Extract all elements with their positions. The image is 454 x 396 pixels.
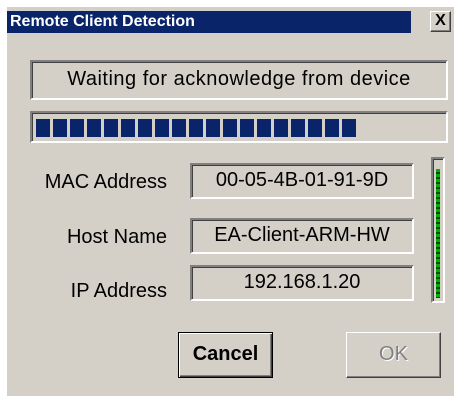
title-bar: Remote Client Detection X [7, 7, 454, 35]
ip-address-field: 192.168.1.20 [190, 265, 414, 301]
activity-level-fill [436, 169, 440, 298]
mac-address-label: MAC Address [44, 171, 167, 193]
status-message: Waiting for acknowledge from device [30, 60, 448, 100]
progress-bar-fill [36, 119, 357, 137]
ip-address-label: IP Address [70, 280, 167, 302]
mac-address-field: 00-05-4B-01-91-9D [190, 163, 414, 199]
progress-bar [30, 111, 448, 143]
cancel-button[interactable]: Cancel [178, 332, 273, 378]
ok-button[interactable]: OK [346, 332, 441, 378]
window-title: Remote Client Detection [7, 11, 411, 33]
host-name-label: Host Name [66, 226, 167, 248]
remote-client-detection-dialog: Remote Client Detection X Waiting for ac… [6, 6, 454, 396]
close-button[interactable]: X [430, 11, 451, 32]
activity-level-meter [431, 157, 445, 303]
host-name-field: EA-Client-ARM-HW [190, 218, 414, 254]
close-icon: X [435, 12, 446, 29]
